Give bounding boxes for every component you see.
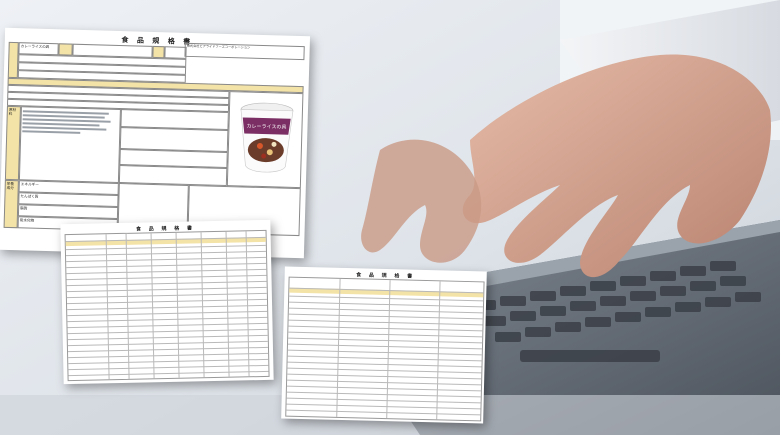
photo-scene: 食 品 規 格 書 株式会社ビアライドフーズコーポレーション カレーライスの具 … xyxy=(0,0,780,435)
spec-sheet-middle: 食 品 規 格 書 xyxy=(60,219,274,385)
nutrition-header: 栄養成分 xyxy=(3,179,19,229)
ingredients-text xyxy=(18,106,121,184)
cup-image: カレーライスの具 xyxy=(240,102,294,172)
company-name: 株式会社ビアライドフーズコーポレーション xyxy=(184,42,305,61)
ingredient-table xyxy=(64,229,270,382)
product-photo: カレーライスの具 xyxy=(226,91,304,189)
spec-sheet-right: 食 品 規 格 書 xyxy=(281,266,487,424)
svg-text:カレーライスの具: カレーライスの具 xyxy=(246,123,286,130)
ingredient-table xyxy=(285,276,485,422)
product-label: カレーライスの具 xyxy=(18,42,59,56)
